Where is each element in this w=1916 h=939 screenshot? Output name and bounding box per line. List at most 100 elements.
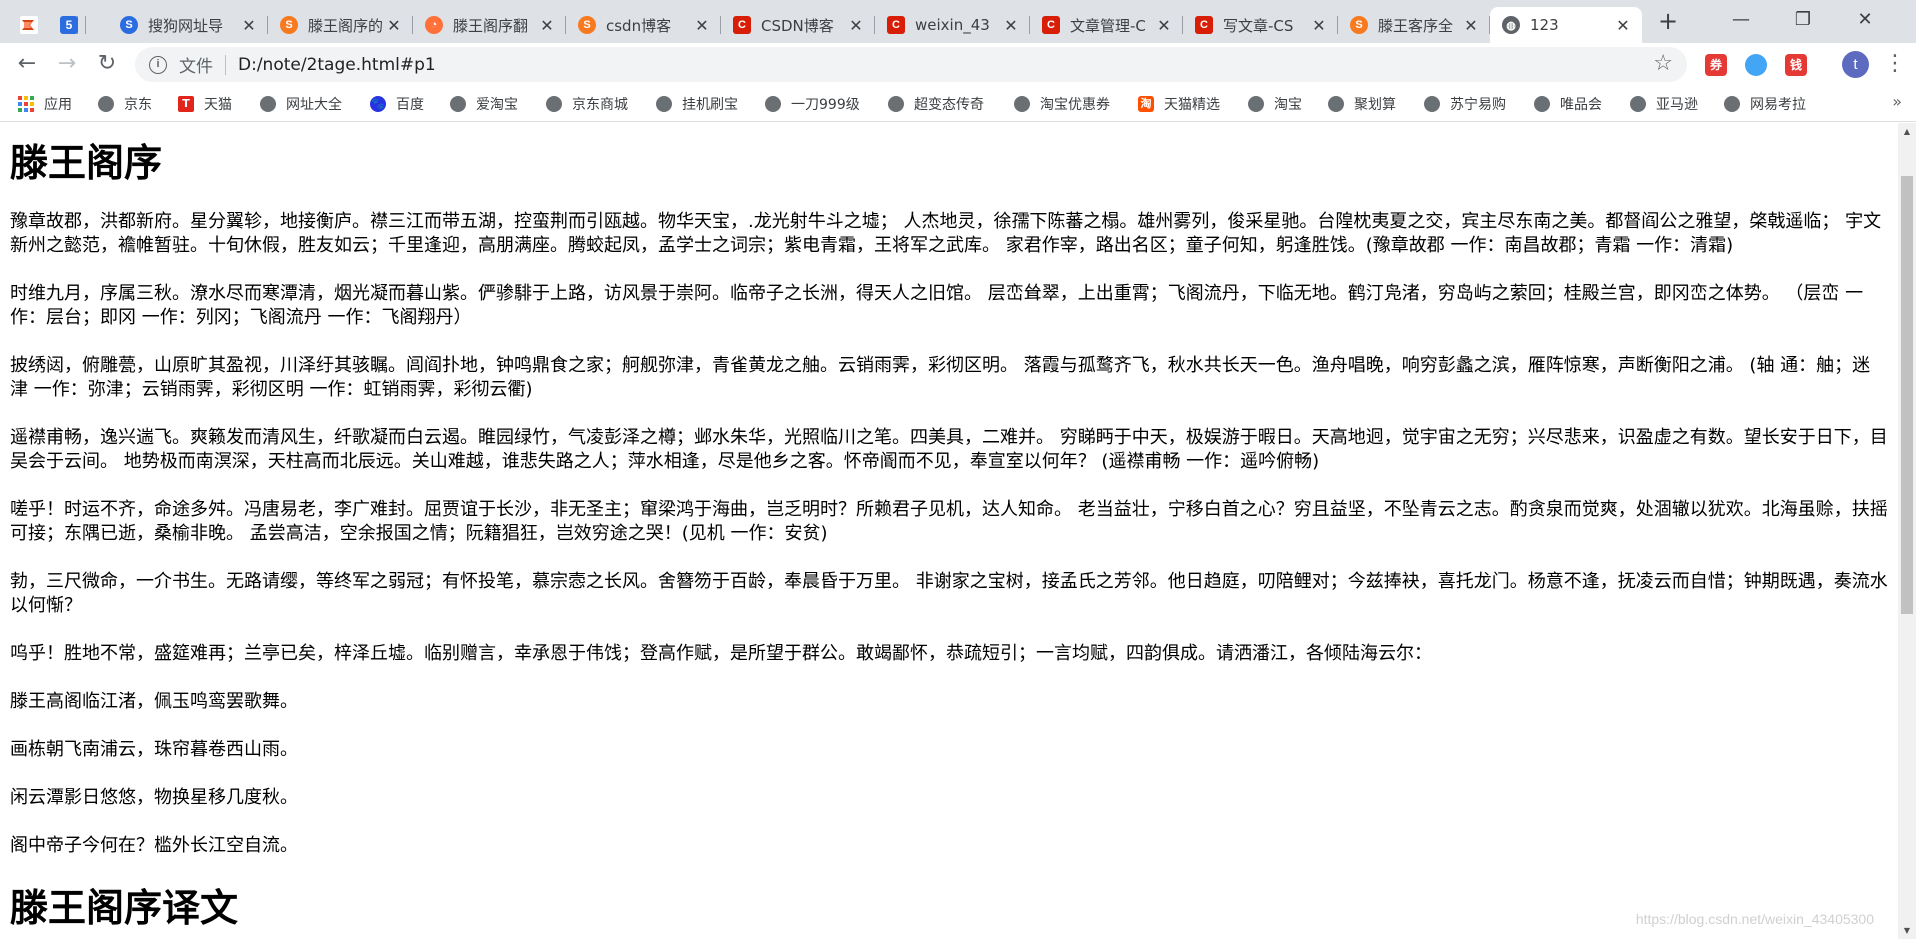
bookmark-chuanqi[interactable]: 超变态传奇 xyxy=(888,94,984,114)
tab-csdn-blog[interactable]: C CSDN博客 ✕ xyxy=(721,7,875,43)
tab-label: 文章管理-C xyxy=(1070,16,1146,35)
globe-icon xyxy=(656,96,672,112)
tab-active-123[interactable]: ◍ 123 ✕ xyxy=(1490,7,1642,43)
sogou-s-icon: S xyxy=(280,16,298,34)
reload-button[interactable]: ↻ xyxy=(92,49,122,79)
close-tab-icon[interactable]: ✕ xyxy=(1002,16,1020,35)
bookmark-kaola[interactable]: 网易考拉 xyxy=(1724,94,1806,114)
close-tab-icon[interactable]: ✕ xyxy=(1155,16,1173,35)
globe-icon xyxy=(1534,96,1550,112)
back-button[interactable]: ← xyxy=(12,49,42,79)
document-body: 滕王阁序 豫章故郡，洪都新府。星分翼轸，地接衡庐。襟三江而带五湖，控蛮荆而引瓯越… xyxy=(0,137,1898,934)
bookmark-apps[interactable]: 应用 xyxy=(18,94,72,114)
bookmark-guaji[interactable]: 挂机刷宝 xyxy=(656,94,738,114)
scroll-down-icon[interactable]: ▼ xyxy=(1898,922,1916,939)
tab-article-manage[interactable]: C 文章管理-C ✕ xyxy=(1030,7,1183,43)
tab-sogou-nav[interactable]: S 搜狗网址导 ✕ xyxy=(108,7,268,43)
bookmark-label: 淘宝优惠券 xyxy=(1040,97,1110,113)
poem-line: 画栋朝飞南浦云，珠帘暮卷西山雨。 xyxy=(10,739,298,760)
bookmark-wangzhi[interactable]: 网址大全 xyxy=(260,94,342,114)
bookmark-label: 聚划算 xyxy=(1354,97,1396,113)
forward-button[interactable]: → xyxy=(52,49,82,79)
bookmark-label: 天猫 xyxy=(204,97,232,113)
bookmark-star-icon[interactable]: ☆ xyxy=(1653,51,1673,76)
watermark: https://blog.csdn.net/weixin_43405300 xyxy=(1635,911,1874,927)
tab-label: weixin_43 xyxy=(915,16,990,34)
profile-avatar[interactable]: t xyxy=(1842,51,1869,78)
bookmark-juhuasuan[interactable]: 聚划算 xyxy=(1328,94,1396,114)
close-tab-icon[interactable]: ✕ xyxy=(847,16,865,35)
vertical-scrollbar[interactable]: ▲ ▼ xyxy=(1898,123,1916,939)
scroll-up-icon[interactable]: ▲ xyxy=(1898,123,1916,140)
close-tab-icon[interactable]: ✕ xyxy=(240,16,258,35)
csdn-icon: C xyxy=(733,16,751,34)
tmall-icon: T xyxy=(178,96,194,112)
bookmark-tmall-select[interactable]: 淘天猫精选 xyxy=(1138,94,1220,114)
bookmark-taobao[interactable]: 淘宝 xyxy=(1248,94,1302,114)
maximize-button[interactable]: ❐ xyxy=(1772,0,1834,40)
poem-line: 闲云潭影日悠悠，物换星移几度秋。 xyxy=(10,787,298,808)
bookmark-label: 天猫精选 xyxy=(1164,97,1220,113)
paragraph: 嗟乎！时运不齐，命途多舛。冯唐易老，李广难封。屈贾谊于长沙，非无圣主；窜梁鸿于海… xyxy=(10,499,1888,544)
bookmark-label: 爱淘宝 xyxy=(476,97,518,113)
bookmark-label: 亚马逊 xyxy=(1656,97,1698,113)
baidu-paw-icon: 🐾 xyxy=(370,96,386,112)
bird-extension-icon[interactable] xyxy=(1745,54,1767,76)
bookmark-label: 唯品会 xyxy=(1560,97,1602,113)
globe-icon xyxy=(1328,96,1344,112)
bookmarks-overflow-icon[interactable]: » xyxy=(1892,92,1902,111)
bookmark-aitaobao[interactable]: 爱淘宝 xyxy=(450,94,518,114)
page-title: 滕王阁序 xyxy=(10,141,163,185)
tab-tengwang-translation[interactable]: ◔ 滕王阁序翻 ✕ xyxy=(413,7,566,43)
bookmark-taobao-coupon[interactable]: 淘宝优惠券 xyxy=(1014,94,1110,114)
close-window-button[interactable]: ✕ xyxy=(1834,0,1896,40)
tab-weixin[interactable]: C weixin_43 ✕ xyxy=(875,7,1030,43)
info-icon[interactable]: i xyxy=(149,55,167,74)
more-menu-icon[interactable]: ⋮ xyxy=(1884,51,1906,77)
close-tab-icon[interactable]: ✕ xyxy=(385,16,403,35)
tab-label: 写文章-CS xyxy=(1223,16,1294,35)
money-extension-icon[interactable]: 钱 xyxy=(1785,54,1807,76)
close-tab-icon[interactable]: ✕ xyxy=(538,16,556,35)
globe-icon xyxy=(888,96,904,112)
bookmark-baidu[interactable]: 🐾 百度 xyxy=(370,94,424,114)
close-tab-icon[interactable]: ✕ xyxy=(693,16,711,35)
bookmark-amazon[interactable]: 亚马逊 xyxy=(1630,94,1698,114)
bookmark-vip[interactable]: 唯品会 xyxy=(1534,94,1602,114)
apps-grid-icon xyxy=(18,96,34,112)
file-scheme-label: 文件 xyxy=(179,57,213,77)
bookmark-jd-mall[interactable]: 京东商城 xyxy=(546,94,628,114)
browser-toolbar: ← → ↻ i 文件 D:/note/2tage.html#p1 ☆ 券 钱 t… xyxy=(0,43,1916,86)
site-5-icon: 5 xyxy=(60,16,78,34)
paragraph: 豫章故郡，洪都新府。星分翼轸，地接衡庐。襟三江而带五湖，控蛮荆而引瓯越。物华天宝… xyxy=(10,211,1882,256)
csdn-icon: C xyxy=(887,16,905,34)
tab-write-article[interactable]: C 写文章-CS ✕ xyxy=(1183,7,1338,43)
new-tab-button[interactable]: + xyxy=(1654,8,1682,36)
bookmark-label: 挂机刷宝 xyxy=(682,97,738,113)
bookmark-yidao[interactable]: 一刀999级 xyxy=(765,94,860,114)
scroll-thumb[interactable] xyxy=(1901,176,1913,614)
tab-strip: 5 S 搜狗网址导 ✕ S 滕王阁序的 ✕ ◔ 滕王阁序翻 ✕ S csdn博客… xyxy=(0,0,1916,43)
paragraph: 时维九月，序属三秋。潦水尽而寒潭清，烟光凝而暮山紫。俨骖騑于上路，访风景于崇阿。… xyxy=(10,283,1864,328)
tab-site-5[interactable]: 5 xyxy=(48,7,86,43)
close-tab-icon[interactable]: ✕ xyxy=(1310,16,1328,35)
globe-icon xyxy=(1424,96,1440,112)
coupon-extension-icon[interactable]: 券 xyxy=(1705,54,1727,76)
globe-icon xyxy=(260,96,276,112)
bookmark-suning[interactable]: 苏宁易购 xyxy=(1424,94,1506,114)
paragraph: 呜乎！胜地不常，盛筵难再；兰亭已矣，梓泽丘墟。临别赠言，幸承恩于伟饯；登高作赋，… xyxy=(10,643,1432,664)
sogou-s-icon: S xyxy=(578,16,596,34)
tab-csdn-search[interactable]: S csdn博客 ✕ xyxy=(566,7,721,43)
bookmark-tmall[interactable]: T 天猫 xyxy=(178,94,232,114)
address-bar[interactable]: i 文件 D:/note/2tage.html#p1 ☆ xyxy=(135,47,1687,82)
close-tab-icon[interactable]: ✕ xyxy=(1462,16,1480,35)
bookmark-label: 应用 xyxy=(44,97,72,113)
globe-icon xyxy=(546,96,562,112)
url-text[interactable]: D:/note/2tage.html#p1 xyxy=(238,55,436,75)
tab-tengwang-full[interactable]: S 滕王客序全 ✕ xyxy=(1338,7,1490,43)
poem-line: 滕王高阁临江渚，佩玉鸣鸾罢歌舞。 xyxy=(10,691,298,712)
bookmark-jd[interactable]: 京东 xyxy=(98,94,152,114)
minimize-button[interactable]: — xyxy=(1710,0,1772,40)
tab-tengwang-1[interactable]: S 滕王阁序的 ✕ xyxy=(268,7,413,43)
close-tab-icon[interactable]: ✕ xyxy=(1614,16,1632,35)
